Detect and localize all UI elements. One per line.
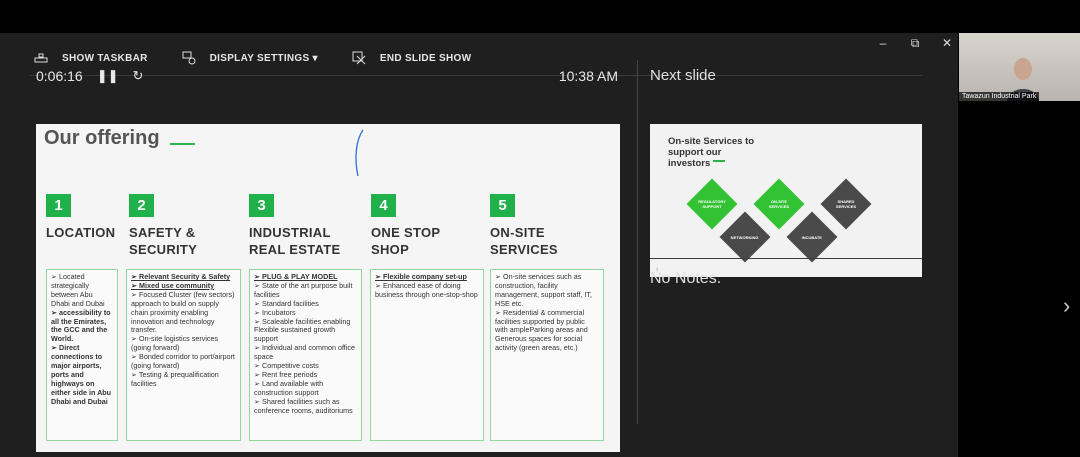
real-estate-list: ➢ PLUG & PLAY MODEL ➢ State of the art p… xyxy=(249,269,362,441)
diamond-incubate: INCUBATE xyxy=(786,211,838,263)
window-controls: – ⧉ ✕ xyxy=(878,36,952,51)
person-avatar xyxy=(1007,58,1039,101)
minimize-icon[interactable]: – xyxy=(878,36,888,51)
list-item: ➢ accessibility to all the Emirates, the… xyxy=(51,307,111,344)
column-number: 1 xyxy=(46,194,71,217)
diamond-on-site: ON-SITE SERVICES xyxy=(753,178,805,230)
current-slide[interactable]: Our offering 1 LOCATION 2 SAFETY & SECUR… xyxy=(36,124,620,452)
title-accent xyxy=(713,160,725,162)
close-icon[interactable]: ✕ xyxy=(942,36,952,51)
slide-title: Our offering xyxy=(44,127,160,149)
display-settings-icon xyxy=(182,51,196,65)
column-heading: LOCATION xyxy=(46,225,116,240)
presenter-view: SHOW TASKBAR DISPLAY SETTINGS ▾ END SLID… xyxy=(0,0,1080,457)
elapsed-timer: 0:06:16 xyxy=(36,68,83,84)
list-item: ➢ Direct connections to major airports, … xyxy=(51,343,112,406)
participant-name: Tawazun Industrial Park xyxy=(959,92,1040,101)
timer-row: 0:06:16 ❚❚ ↻ 10:38 AM xyxy=(36,67,620,85)
restore-icon[interactable]: ⧉ xyxy=(910,36,920,51)
reset-timer-icon[interactable]: ↻ xyxy=(133,68,144,84)
diamond-regulatory: REGULATORY SUPPORT xyxy=(686,178,738,230)
list-item: ➢ Individual and common office space xyxy=(254,343,355,362)
column-real-estate: 3 INDUSTRIAL REAL ESTATE xyxy=(249,194,359,258)
diamond-shared: SHARED SERVICES xyxy=(820,178,872,230)
ink-annotation xyxy=(355,129,364,177)
list-item: ➢ On-site logistics services (going forw… xyxy=(131,334,219,353)
column-safety: 2 SAFETY & SECURITY xyxy=(129,194,219,258)
column-heading: INDUSTRIAL REAL ESTATE xyxy=(249,225,341,257)
speaker-notes: No Notes. xyxy=(650,270,722,287)
list-item: ➢ Bonded corridor to port/airport (going… xyxy=(131,352,235,371)
pause-icon[interactable]: ❚❚ xyxy=(97,68,119,84)
column-heading: SAFETY & SECURITY xyxy=(129,225,198,257)
webcam-thumbnail: Tawazun Industrial Park xyxy=(959,33,1080,101)
list-item: ➢ Scaleable facilities enabling Flexible… xyxy=(254,316,351,344)
column-number: 2 xyxy=(129,194,154,217)
next-slide-thumbnail[interactable]: On-site Services to support our investor… xyxy=(650,124,922,277)
list-item: ➢ Focused Cluster (few sectors) approach… xyxy=(131,289,235,335)
column-one-stop: 4 ONE STOP SHOP xyxy=(371,194,461,258)
notes-divider xyxy=(650,258,922,259)
list-item: ➢ Located strategically between Abu Dhab… xyxy=(51,272,105,308)
list-item: ➢ Enhanced ease of doing business throug… xyxy=(375,280,478,299)
list-item: ➢ Shared facilities such as conference r… xyxy=(254,396,353,415)
column-number: 4 xyxy=(371,194,396,217)
on-site-list: ➢ On-site services such as construction,… xyxy=(490,269,604,441)
column-location: 1 LOCATION xyxy=(46,194,126,241)
list-item: ➢ Residential & commercial facilities su… xyxy=(495,307,588,353)
location-list: ➢ Located strategically between Abu Dhab… xyxy=(46,269,118,441)
display-settings-button[interactable]: DISPLAY SETTINGS ▾ xyxy=(182,51,318,65)
current-time: 10:38 AM xyxy=(558,68,618,84)
diamond-networking: NETWORKING xyxy=(719,211,771,263)
end-slide-show-label: END SLIDE SHOW xyxy=(379,52,472,64)
safety-list: ➢ Relevant Security & Safety ➢ Mixed use… xyxy=(126,269,241,441)
column-number: 3 xyxy=(249,194,274,217)
next-slide-label: Next slide xyxy=(650,67,716,84)
end-show-icon xyxy=(352,51,366,65)
list-item: ➢ On-site services such as construction,… xyxy=(495,272,592,308)
next-slide-arrow-icon[interactable]: › xyxy=(1063,293,1070,319)
next-slide-title: On-site Services to support our investor… xyxy=(668,136,755,169)
pane-divider[interactable] xyxy=(637,60,638,424)
show-taskbar-label: SHOW TASKBAR xyxy=(62,52,148,64)
list-item: ➢ Testing & prequalification facilities xyxy=(131,369,219,388)
show-taskbar-button[interactable]: SHOW TASKBAR xyxy=(34,52,148,64)
column-on-site: 5 ON-SITE SERVICES xyxy=(490,194,580,258)
display-settings-label: DISPLAY SETTINGS ▾ xyxy=(209,52,318,64)
taskbar-icon xyxy=(34,53,48,63)
title-accent xyxy=(170,143,195,145)
column-heading: ON-SITE SERVICES xyxy=(490,225,558,257)
column-heading: ONE STOP SHOP xyxy=(371,225,441,257)
list-item: ➢ State of the art purpose built facilit… xyxy=(254,280,353,299)
one-stop-list: ➢ Flexible company set-up ➢ Enhanced eas… xyxy=(370,269,484,441)
list-item: ➢ Land available with construction suppo… xyxy=(254,378,324,397)
column-number: 5 xyxy=(490,194,515,217)
end-slide-show-button[interactable]: END SLIDE SHOW xyxy=(352,51,471,65)
